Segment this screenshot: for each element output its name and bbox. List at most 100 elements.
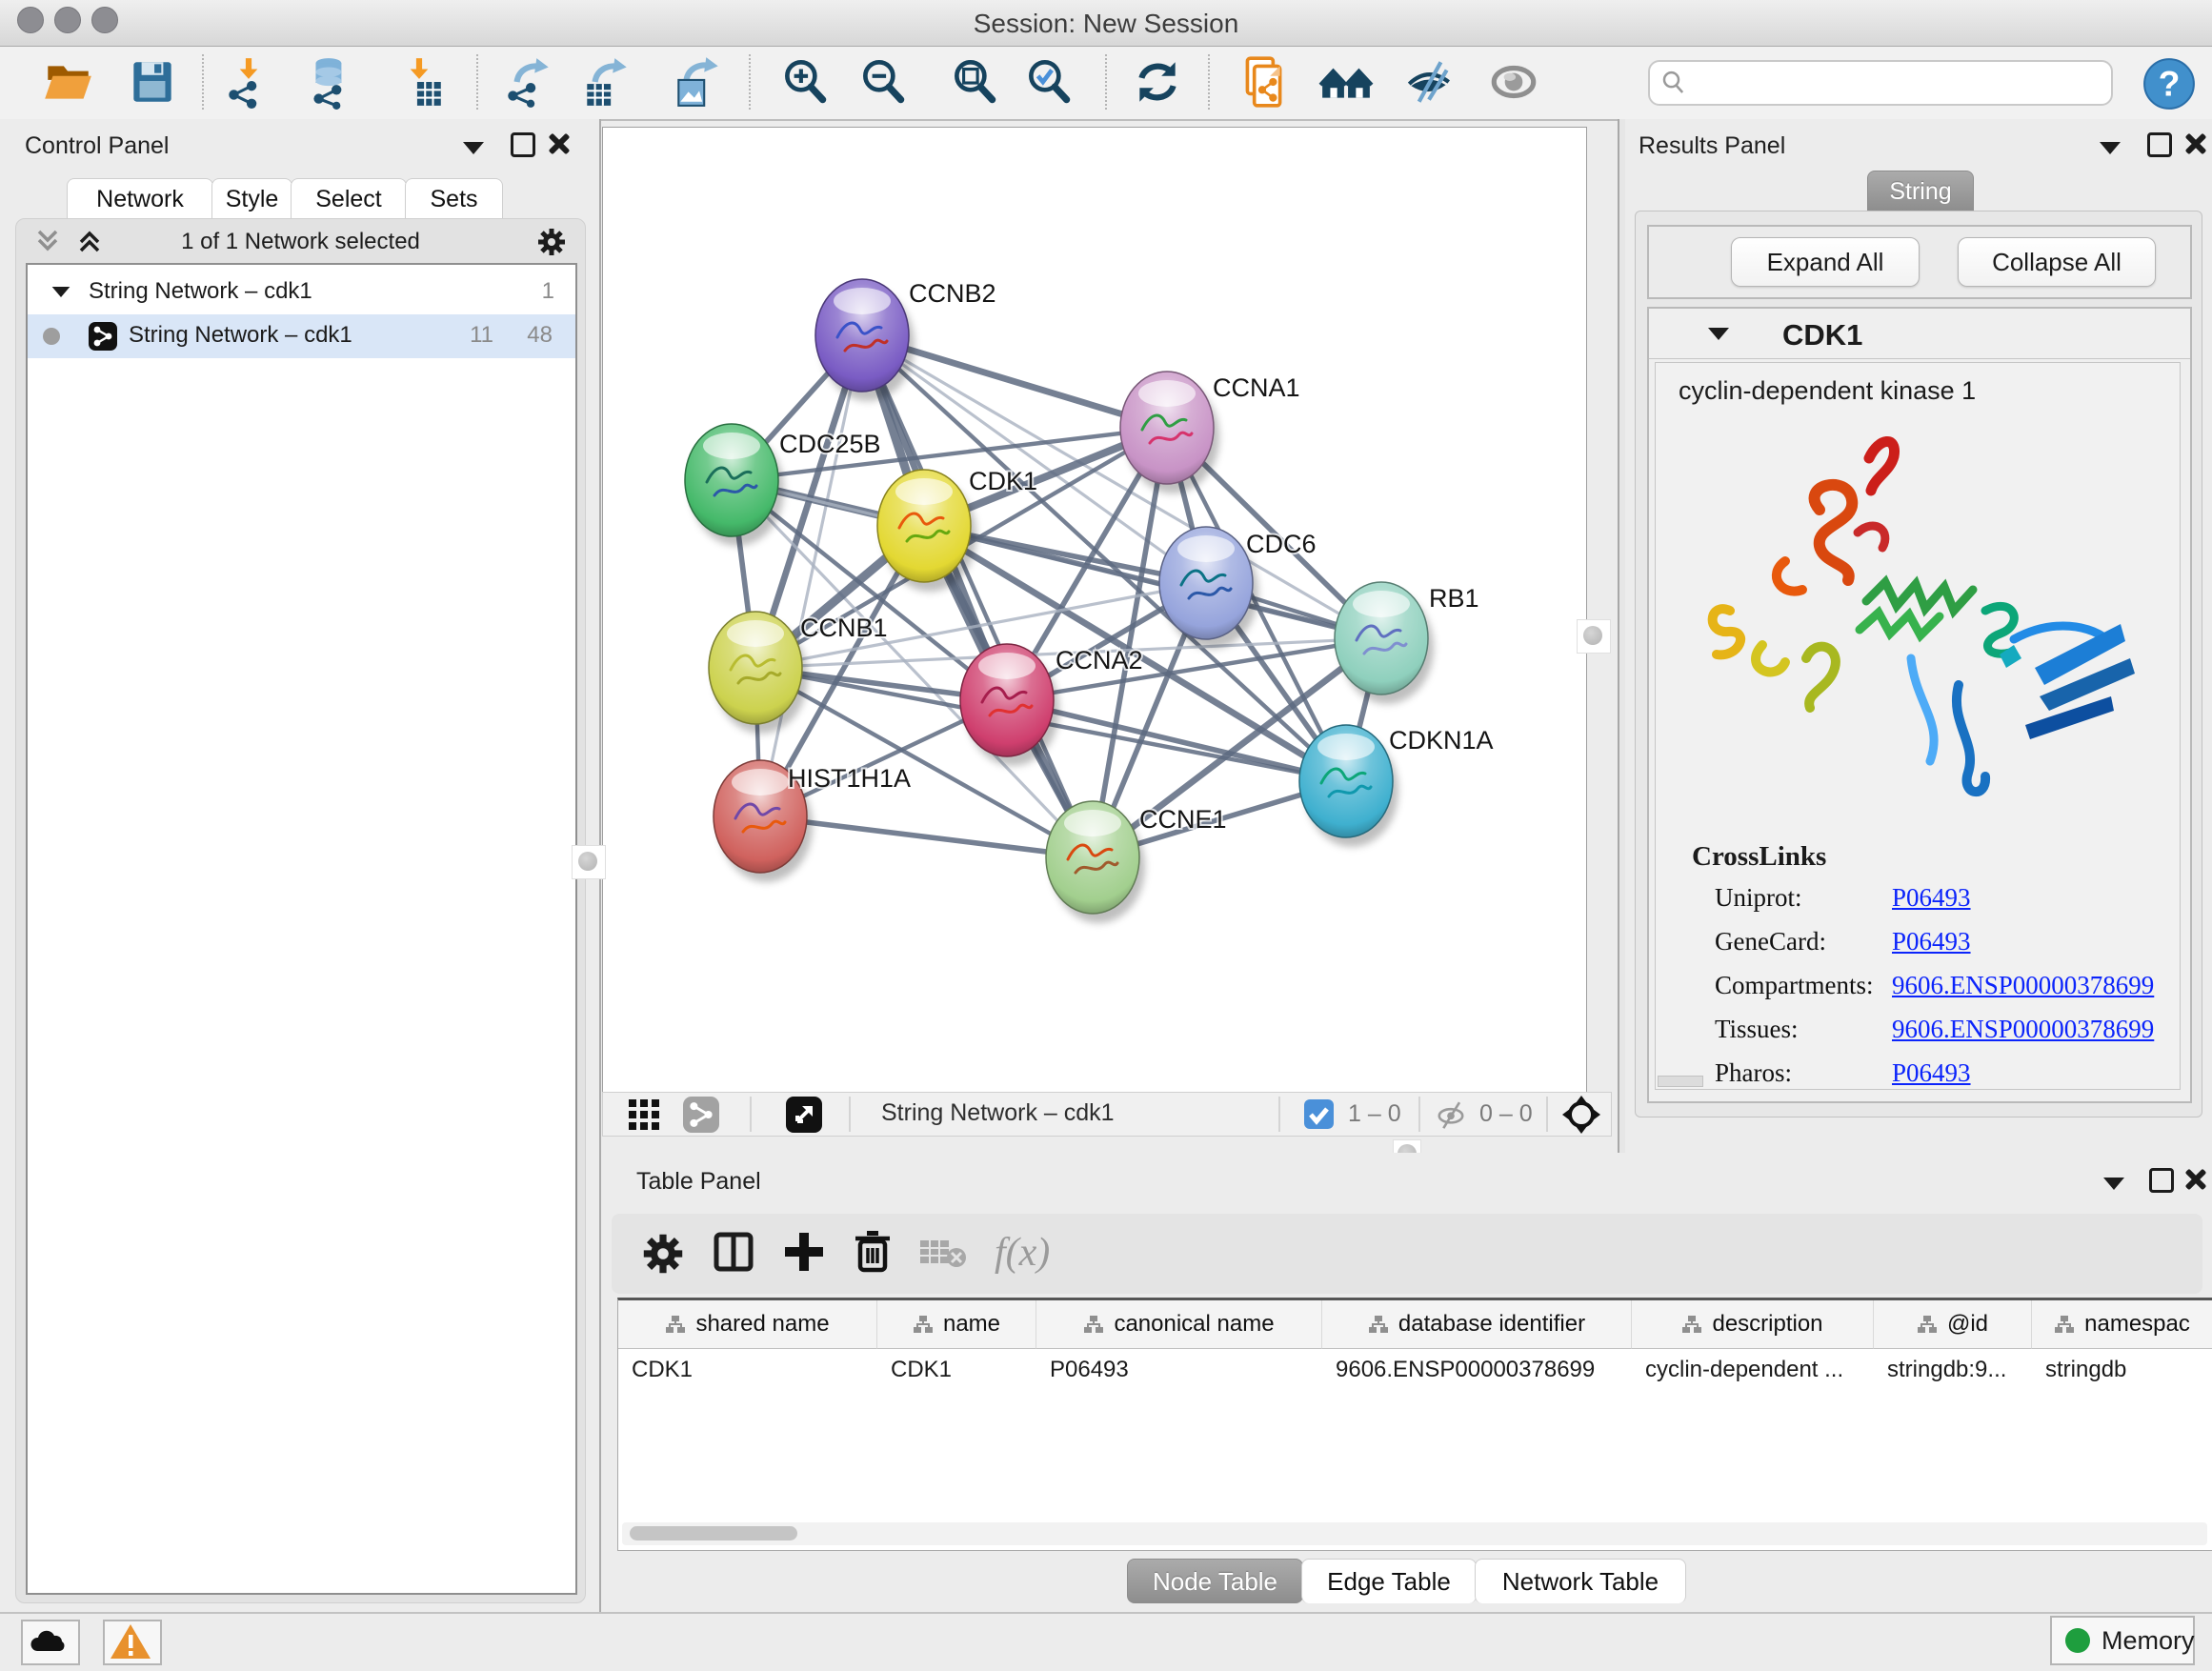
column-header-2[interactable]: name bbox=[877, 1300, 1036, 1349]
selected-checkbox[interactable] bbox=[1304, 1099, 1334, 1136]
table-cell[interactable]: CDK1 bbox=[877, 1349, 1036, 1391]
table-cell[interactable]: CDK1 bbox=[618, 1349, 877, 1391]
network-node-CCNB1[interactable] bbox=[709, 612, 808, 734]
collection-expand-icon[interactable] bbox=[52, 287, 70, 297]
export-network-button[interactable] bbox=[501, 54, 556, 110]
panel-menu-icon[interactable] bbox=[463, 142, 484, 154]
table-cell[interactable]: cyclin-dependent ... bbox=[1632, 1349, 1874, 1391]
network-node-CCNA1[interactable] bbox=[1120, 372, 1219, 493]
panel-menu-icon[interactable] bbox=[2100, 142, 2121, 154]
column-header-1[interactable]: shared name bbox=[618, 1300, 877, 1349]
crosslink-value-link[interactable]: P06493 bbox=[1892, 927, 1971, 956]
table-cell[interactable]: stringdb:9... bbox=[1874, 1349, 2032, 1391]
crosslink-value-link[interactable]: P06493 bbox=[1892, 883, 1971, 913]
trash-icon[interactable] bbox=[848, 1227, 897, 1281]
tab-style[interactable]: Style bbox=[211, 178, 292, 219]
splitter-grip[interactable] bbox=[1577, 619, 1611, 654]
tab-edge-table[interactable]: Edge Table bbox=[1301, 1559, 1477, 1603]
delete-table-icon[interactable] bbox=[918, 1235, 968, 1278]
column-header-6[interactable]: @id bbox=[1874, 1300, 2032, 1349]
network-options-gear-icon[interactable] bbox=[534, 225, 569, 264]
node-table: shared namenamecanonical namedatabase id… bbox=[617, 1298, 2212, 1551]
table-cell[interactable]: stringdb bbox=[2032, 1349, 2212, 1391]
protein-structure-image[interactable] bbox=[1671, 418, 2166, 828]
import-network-database-button[interactable] bbox=[303, 54, 358, 110]
search-icon bbox=[1659, 69, 1688, 97]
table-cell[interactable]: 9606.ENSP00000378699 bbox=[1322, 1349, 1632, 1391]
cloud-button[interactable] bbox=[21, 1620, 80, 1665]
crosslink-value-link[interactable]: 9606.ENSP00000378699 bbox=[1892, 1015, 2154, 1044]
add-icon[interactable] bbox=[779, 1227, 829, 1281]
zoom-selected-button[interactable] bbox=[1021, 54, 1076, 110]
zoom-fit-button[interactable] bbox=[947, 54, 1002, 110]
panel-menu-icon[interactable] bbox=[2103, 1178, 2124, 1190]
expand-all-button[interactable]: Expand All bbox=[1731, 237, 1920, 287]
hidden-eye-icon[interactable] bbox=[1434, 1097, 1468, 1138]
close-panel-icon[interactable] bbox=[2183, 1168, 2206, 1191]
horizontal-scrollbar[interactable] bbox=[622, 1522, 2207, 1545]
float-panel-icon[interactable] bbox=[2147, 132, 2172, 157]
columns-icon[interactable] bbox=[709, 1227, 758, 1281]
network-node-RB1[interactable] bbox=[1335, 582, 1434, 704]
crosslink-value-link[interactable]: 9606.ENSP00000378699 bbox=[1892, 971, 2154, 1000]
zoom-out-button[interactable] bbox=[855, 54, 911, 110]
float-panel-icon[interactable] bbox=[511, 132, 535, 157]
import-table-file-button[interactable] bbox=[392, 54, 447, 110]
string-home-button[interactable] bbox=[1318, 54, 1374, 110]
network-tree: String Network – cdk1 1 String Network –… bbox=[26, 263, 577, 1595]
save-session-button[interactable] bbox=[125, 54, 180, 110]
show-graphics-details-button[interactable] bbox=[1486, 54, 1541, 110]
network-row-selected[interactable]: String Network – cdk1 11 48 bbox=[28, 314, 575, 358]
tab-select[interactable]: Select bbox=[291, 178, 407, 219]
network-canvas[interactable]: CCNB2CCNA1CDC25BCDK1CDC6RB1CCNB1CCNA2CDK… bbox=[602, 127, 1587, 1093]
tab-network-table[interactable]: Network Table bbox=[1475, 1559, 1686, 1603]
network-edge[interactable] bbox=[760, 335, 862, 816]
close-panel-icon[interactable] bbox=[547, 132, 570, 155]
share-document-button[interactable] bbox=[1236, 54, 1291, 110]
zoom-selected-icon bbox=[1021, 54, 1076, 110]
help-button[interactable]: ? bbox=[2142, 56, 2197, 111]
export-image-button[interactable] bbox=[671, 54, 726, 110]
open-external-icon[interactable] bbox=[786, 1097, 822, 1139]
statusbar-separator bbox=[1418, 1097, 1420, 1132]
zoom-in-button[interactable] bbox=[777, 54, 833, 110]
table-cell[interactable]: P06493 bbox=[1036, 1349, 1322, 1391]
network-collection-row[interactable]: String Network – cdk1 1 bbox=[28, 271, 575, 314]
mini-scrollbar-thumb[interactable] bbox=[1658, 1076, 1703, 1087]
import-network-file-button[interactable] bbox=[221, 54, 276, 110]
export-table-button[interactable] bbox=[579, 54, 634, 110]
column-header-4[interactable]: database identifier bbox=[1322, 1300, 1632, 1349]
float-panel-icon[interactable] bbox=[2149, 1168, 2174, 1193]
column-header-5[interactable]: description bbox=[1632, 1300, 1874, 1349]
network-node-CDC6[interactable] bbox=[1159, 527, 1258, 649]
tab-sets[interactable]: Sets bbox=[405, 178, 503, 219]
hide-unhide-button[interactable] bbox=[1401, 54, 1457, 110]
splitter-grip[interactable] bbox=[572, 845, 606, 879]
tab-string[interactable]: String bbox=[1867, 171, 1974, 211]
network-node-CCNA2[interactable] bbox=[960, 644, 1059, 766]
close-panel-icon[interactable] bbox=[2183, 132, 2206, 155]
tab-node-table[interactable]: Node Table bbox=[1127, 1559, 1303, 1603]
grid-icon[interactable] bbox=[628, 1098, 660, 1137]
search-input[interactable] bbox=[1696, 66, 2100, 98]
memory-button[interactable]: Memory bbox=[2050, 1616, 2195, 1665]
function-icon: f(x) bbox=[991, 1227, 1086, 1283]
network-node-CCNE1[interactable] bbox=[1046, 801, 1145, 923]
collapse-all-button[interactable]: Collapse All bbox=[1958, 237, 2156, 287]
gene-collapse-icon[interactable] bbox=[1708, 328, 1729, 340]
scrollbar-thumb[interactable] bbox=[630, 1526, 797, 1540]
column-header-3[interactable]: canonical name bbox=[1036, 1300, 1322, 1349]
crosslink-value-link[interactable]: P06493 bbox=[1892, 1058, 1971, 1088]
network-node-CCNB2[interactable] bbox=[815, 279, 915, 401]
gear-icon[interactable] bbox=[638, 1229, 688, 1283]
warning-button[interactable] bbox=[103, 1620, 162, 1665]
refresh-button[interactable] bbox=[1130, 54, 1185, 110]
share-network-icon[interactable] bbox=[683, 1097, 719, 1139]
crosshair-icon[interactable] bbox=[1561, 1095, 1601, 1141]
network-node-CDKN1A[interactable] bbox=[1299, 725, 1398, 847]
column-header-7[interactable]: namespac bbox=[2032, 1300, 2212, 1349]
open-session-button[interactable] bbox=[40, 54, 95, 110]
tab-network[interactable]: Network bbox=[67, 178, 213, 219]
network-node-CDK1[interactable] bbox=[877, 470, 976, 592]
network-label: String Network – cdk1 bbox=[129, 322, 352, 349]
